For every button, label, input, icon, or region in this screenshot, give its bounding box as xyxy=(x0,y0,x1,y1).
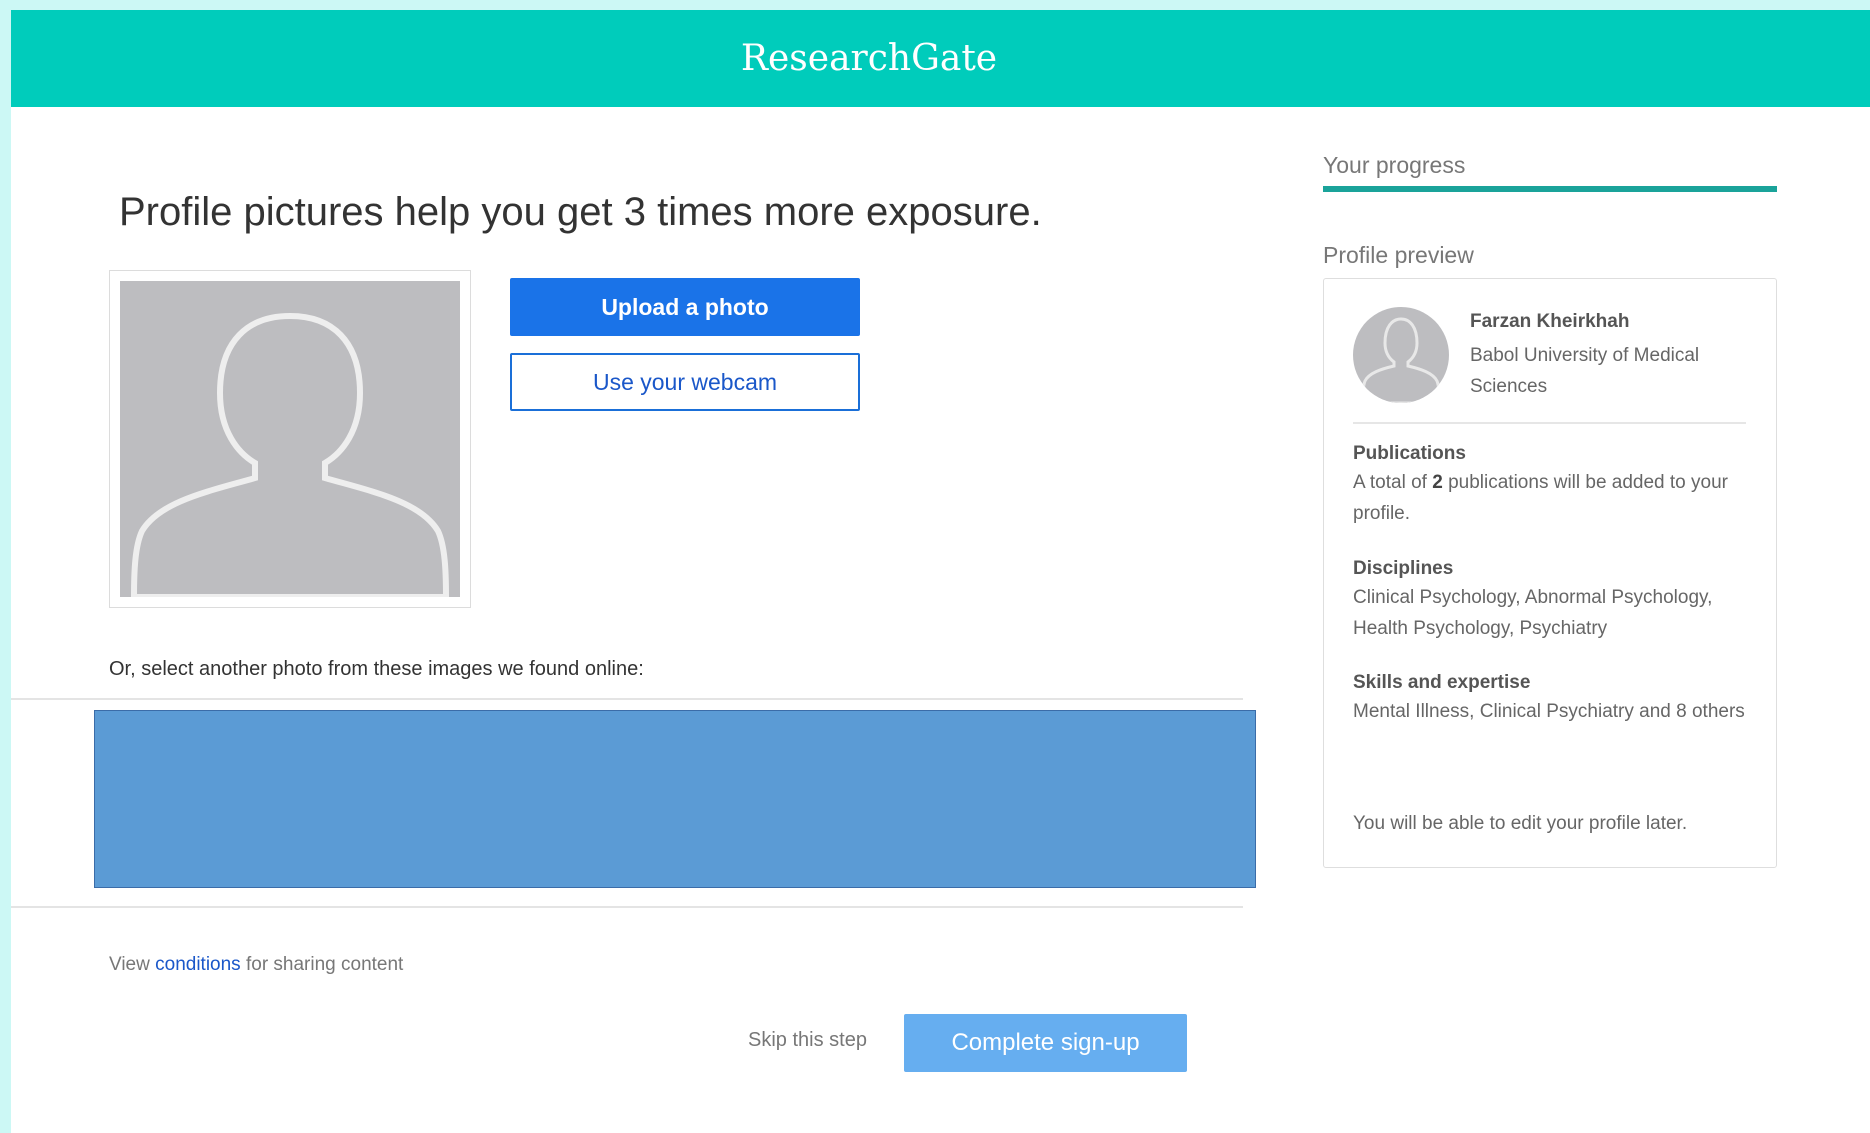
use-webcam-button[interactable]: Use your webcam xyxy=(510,353,860,411)
skip-step-link[interactable]: Skip this step xyxy=(748,1029,867,1052)
top-bar: ResearchGate xyxy=(11,10,1870,107)
progress-fill xyxy=(1323,186,1777,192)
brand-logo[interactable]: ResearchGate xyxy=(11,10,1727,107)
complete-signup-button[interactable]: Complete sign-up xyxy=(904,1014,1187,1072)
profile-picture-frame xyxy=(109,270,471,608)
avatar-icon xyxy=(1353,307,1449,403)
skills-text: Mental Illness, Clinical Psychiatry and … xyxy=(1353,701,1745,722)
conditions-suffix: for sharing content xyxy=(245,954,404,975)
page: ResearchGate Profile pictures help you g… xyxy=(11,10,1870,1133)
default-avatar-icon xyxy=(120,281,460,597)
profile-preview-label: Profile preview xyxy=(1323,242,1474,268)
profile-name: Farzan Kheirkhah xyxy=(1470,311,1630,332)
profile-preview-card: Farzan Kheirkhah Babol University of Med… xyxy=(1323,278,1777,868)
found-images-strip[interactable] xyxy=(94,710,1256,888)
publications-section: Publications A total of 2 publications w… xyxy=(1353,441,1753,529)
disciplines-text: Clinical Psychology, Abnormal Psychology… xyxy=(1353,587,1713,639)
edit-later-note: You will be able to edit your profile la… xyxy=(1353,813,1688,834)
skills-title: Skills and expertise xyxy=(1353,672,1531,693)
divider xyxy=(11,906,1243,908)
divider xyxy=(11,698,1243,700)
skills-section: Skills and expertise Mental Illness, Cli… xyxy=(1353,670,1753,727)
select-other-photo-label: Or, select another photo from these imag… xyxy=(109,658,644,680)
publications-count: 2 xyxy=(1432,472,1443,493)
publications-title: Publications xyxy=(1353,443,1466,464)
page-headline: Profile pictures help you get 3 times mo… xyxy=(119,190,1042,234)
disciplines-title: Disciplines xyxy=(1353,558,1454,579)
upload-photo-button[interactable]: Upload a photo xyxy=(510,278,860,336)
progress-bar xyxy=(1323,186,1777,192)
conditions-prefix: View xyxy=(109,954,150,975)
conditions-link[interactable]: conditions xyxy=(155,954,241,975)
progress-label: Your progress xyxy=(1323,152,1466,178)
divider xyxy=(1353,422,1746,424)
profile-institution: Babol University of Medical Sciences xyxy=(1470,345,1700,397)
disciplines-section: Disciplines Clinical Psychology, Abnorma… xyxy=(1353,556,1753,644)
publications-text: A total of 2 publications will be added … xyxy=(1353,472,1728,524)
conditions-note: View conditions for sharing content xyxy=(109,954,403,976)
